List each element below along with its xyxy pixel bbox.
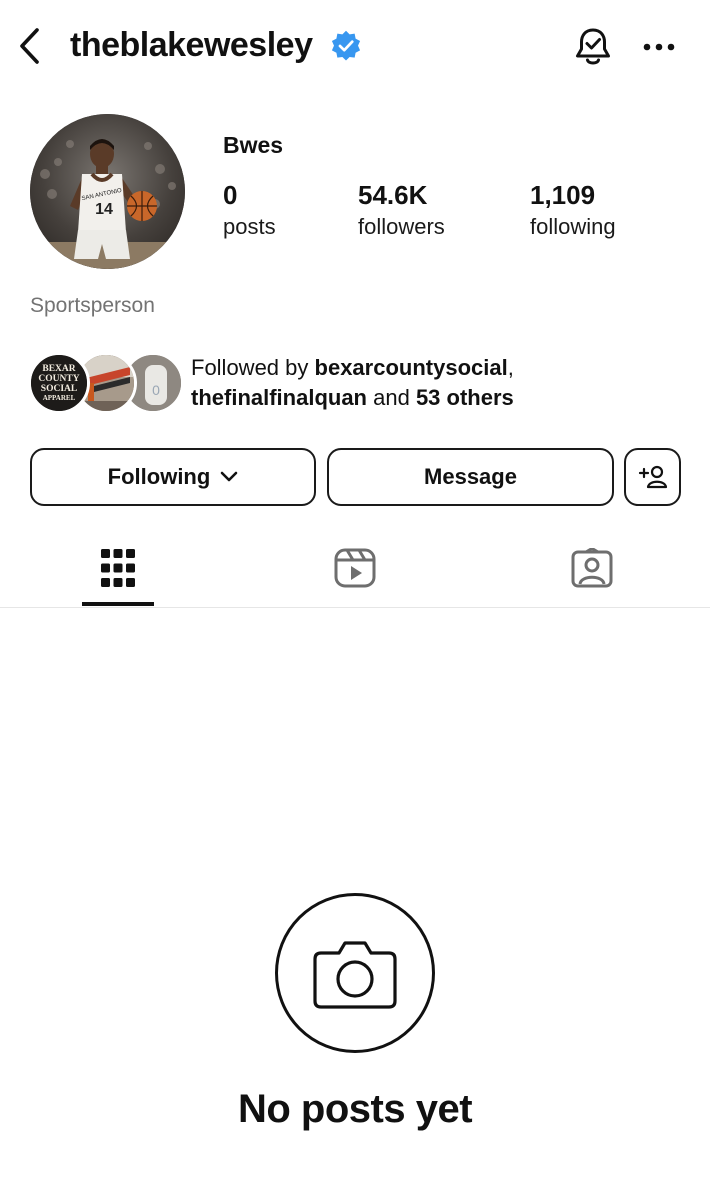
posts-count: 0 [223, 180, 238, 210]
profile-avatar[interactable]: SAN ANTONIO 14 [30, 114, 185, 269]
suggested-users-button[interactable] [624, 448, 681, 506]
camera-icon [313, 941, 397, 1009]
mutual-followers-others-link[interactable]: 53 others [416, 385, 514, 410]
followers-label: followers [358, 214, 445, 239]
mutual-logo-line-2: COUNTY [38, 374, 79, 384]
add-user-icon [638, 465, 667, 489]
mutual-follower-link-1[interactable]: bexarcountysocial [315, 355, 508, 380]
avatar-photo: SAN ANTONIO 14 [30, 114, 185, 269]
active-tab-indicator [82, 602, 154, 606]
followed-by-prefix: Followed by [191, 355, 315, 380]
following-count: 1,109 [530, 180, 596, 210]
followers-count: 54.6K [358, 180, 428, 210]
profile-username: theblakewesley [70, 26, 313, 64]
empty-state-title: No posts yet [237, 1087, 473, 1131]
tab-reels[interactable] [295, 530, 415, 606]
mutual-logo-line-1: BEXAR [42, 364, 75, 374]
reels-icon [334, 548, 376, 588]
notification-bell-icon [576, 28, 610, 65]
following-button[interactable]: Following [30, 448, 316, 506]
following-button-label: Following [107, 464, 211, 489]
profile-page: theblakewesley SAN ANTONIO 14 Bwes 0 pos… [0, 0, 710, 1200]
avatar-jersey-number: 14 [95, 201, 113, 218]
grid-icon [101, 549, 135, 587]
empty-state-camera [275, 893, 435, 1053]
followers-stat[interactable]: 54.6K followers [358, 178, 445, 242]
mutual-follower-link-2[interactable]: thefinalfinalquan [191, 385, 367, 410]
mutual-logo-line-4: APPAREL [43, 394, 76, 402]
mutual-followers-avatars[interactable]: 0 BEXAR COUNTY SOCIAL APPAREL [28, 352, 184, 418]
profile-header: theblakewesley [0, 0, 710, 92]
notifications-button[interactable] [570, 24, 616, 70]
followed-by-text[interactable]: Followed by bexarcountysocial, thefinalf… [191, 353, 514, 413]
profile-tabs [0, 530, 710, 608]
tab-posts-grid[interactable] [58, 530, 178, 606]
posts-label: posts [223, 214, 276, 239]
profile-category: Sportsperson [30, 294, 155, 317]
followed-by-separator: , [507, 355, 514, 380]
message-button[interactable]: Message [327, 448, 614, 506]
mutual-avatar-1: BEXAR COUNTY SOCIAL APPAREL [28, 352, 90, 414]
chevron-left-icon [20, 28, 39, 64]
followed-by-and: and [367, 385, 416, 410]
posts-stat[interactable]: 0 posts [223, 178, 276, 242]
svg-text:0: 0 [152, 382, 160, 398]
following-label: following [530, 214, 616, 239]
more-options-button[interactable] [636, 26, 682, 68]
tagged-icon [571, 548, 613, 588]
mutual-logo-line-3: SOCIAL [41, 384, 77, 394]
tab-tagged[interactable] [532, 530, 652, 606]
message-button-label: Message [424, 464, 517, 489]
more-horizontal-icon [643, 43, 675, 51]
following-stat[interactable]: 1,109 following [530, 178, 616, 242]
back-button[interactable] [10, 24, 50, 68]
chevron-down-icon [221, 471, 238, 482]
profile-display-name: Bwes [223, 132, 284, 158]
verified-badge-icon [331, 30, 361, 61]
